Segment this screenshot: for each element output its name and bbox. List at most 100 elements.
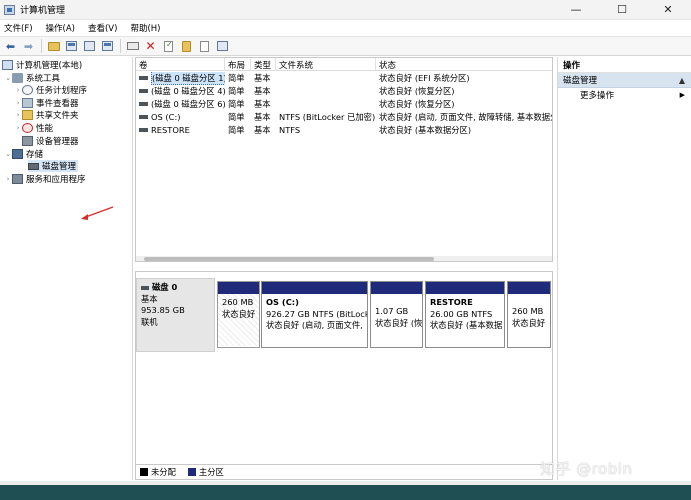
table-row[interactable]: (磁盘 0 磁盘分区 4) 简单 基本 状态良好 (恢复分区) xyxy=(136,85,552,98)
tree-item-task-scheduler[interactable]: › 任务计划程序 xyxy=(14,84,87,96)
expand-icon[interactable]: › xyxy=(14,111,22,119)
delete-icon[interactable]: ✕ xyxy=(143,39,158,54)
volume-name: (磁盘 0 磁盘分区 6) xyxy=(151,99,225,110)
column-volume[interactable]: 卷 xyxy=(136,58,225,71)
watermark: 知乎 @robin xyxy=(540,460,633,478)
tree-item-storage[interactable]: ⌄ 存储 xyxy=(4,148,43,160)
expand-icon[interactable]: › xyxy=(4,175,12,183)
table-row[interactable]: (磁盘 0 磁盘分区 6) 简单 基本 状态良好 (恢复分区) xyxy=(136,98,552,111)
legend-label: 主分区 xyxy=(198,467,224,477)
partition-name: OS (C:) xyxy=(266,297,299,307)
type-cell: 基本 xyxy=(254,73,271,84)
tree-item-event-viewer[interactable]: › 事件查看器 xyxy=(14,97,79,109)
layout-cell: 简单 xyxy=(228,112,245,123)
tree-item-label: 磁盘管理 xyxy=(42,162,77,172)
doc-icon[interactable] xyxy=(197,39,212,54)
column-type[interactable]: 类型 xyxy=(251,58,276,71)
disk-icon xyxy=(28,162,39,170)
table-row[interactable]: RESTORE 简单 基本 NTFS 状态良好 (基本数据分区) xyxy=(136,124,552,137)
up-folder-icon[interactable] xyxy=(46,39,61,54)
partition-os[interactable]: OS (C:) 926.27 GB NTFS (BitLocke 状态良好 (启… xyxy=(261,281,368,348)
tools-icon xyxy=(12,73,23,83)
menu-view[interactable]: 查看(V) xyxy=(88,22,117,34)
partition-status: 状态良好 (启动, 页面文件, xyxy=(266,320,363,330)
menu-bar: 文件(F) 操作(A) 查看(V) 帮助(H) xyxy=(0,20,691,36)
more-actions-item[interactable]: 更多操作 ▶ xyxy=(558,88,691,102)
tree-item-device-manager[interactable]: 设备管理器 xyxy=(22,135,79,147)
folder-icon[interactable] xyxy=(179,39,194,54)
tree-item-disk-management[interactable]: 磁盘管理 xyxy=(28,160,79,172)
column-status[interactable]: 状态 xyxy=(376,58,552,71)
partition-recovery[interactable]: 1.07 GB 状态良好 (恢 xyxy=(370,281,423,348)
disk-info[interactable]: 磁盘 0 基本 953.85 GB 联机 xyxy=(136,278,215,352)
collapse-icon[interactable]: ▲ xyxy=(679,76,685,85)
legend: 未分配 主分区 xyxy=(135,465,553,480)
title-bar: 计算机管理 — ☐ ✕ xyxy=(0,0,691,20)
volume-name: (磁盘 0 磁盘分区 4) xyxy=(151,86,225,97)
legend-primary: 主分区 xyxy=(187,466,224,478)
partition-efi[interactable]: 260 MB 状态良好 xyxy=(217,281,260,348)
volume-list-header: 卷 布局 类型 文件系统 状态 xyxy=(136,58,552,71)
view-icon[interactable] xyxy=(100,39,115,54)
menu-action[interactable]: 操作(A) xyxy=(46,22,75,34)
toolbar-separator xyxy=(41,39,42,53)
collapse-icon[interactable]: ⌄ xyxy=(4,150,12,158)
partition-body: OS (C:) 926.27 GB NTFS (BitLocke 状态良好 (启… xyxy=(262,294,367,332)
layout-cell: 简单 xyxy=(228,125,245,136)
navigation-tree: 计算机管理(本地) ⌄ 系统工具 › 任务计划程序 › 事件查看器 › 共享文件… xyxy=(0,57,133,480)
tree-item-shared-folders[interactable]: › 共享文件夹 xyxy=(14,109,79,121)
volume-icon xyxy=(139,76,148,81)
type-cell: 基本 xyxy=(254,99,271,110)
partition-restore[interactable]: RESTORE 26.00 GB NTFS 状态良好 (基本数据 xyxy=(425,281,505,348)
horizontal-scrollbar[interactable] xyxy=(136,256,552,261)
table-row[interactable]: (磁盘 0 磁盘分区 1) 简单 基本 状态良好 (EFI 系统分区) xyxy=(136,72,552,85)
toolbar: ⬅ ➡ ✕ xyxy=(0,36,691,56)
expand-icon[interactable]: › xyxy=(14,99,22,107)
partition-recovery-2[interactable]: 260 MB 状态良好 xyxy=(507,281,551,348)
partition-bar xyxy=(426,282,504,294)
layout-cell: 简单 xyxy=(228,86,245,97)
properties-icon[interactable] xyxy=(64,39,79,54)
help-icon[interactable] xyxy=(82,39,97,54)
legend-swatch xyxy=(140,468,148,476)
partition-bar xyxy=(508,282,550,294)
check-icon[interactable] xyxy=(161,39,176,54)
computer-management-icon xyxy=(4,4,15,15)
menu-help[interactable]: 帮助(H) xyxy=(130,22,160,34)
table-row[interactable]: OS (C:) 简单 基本 NTFS (BitLocker 已加密) 状态良好 … xyxy=(136,111,552,124)
expand-icon[interactable]: › xyxy=(14,124,22,132)
collapse-icon[interactable]: ⌄ xyxy=(4,74,12,82)
menu-file[interactable]: 文件(F) xyxy=(4,22,33,34)
volume-icon xyxy=(139,128,148,133)
expand-icon[interactable]: › xyxy=(14,86,22,94)
shared-folder-icon xyxy=(22,110,33,120)
tree-item-system-tools[interactable]: ⌄ 系统工具 xyxy=(4,72,60,84)
column-layout[interactable]: 布局 xyxy=(225,58,251,71)
column-filesystem[interactable]: 文件系统 xyxy=(276,58,376,71)
forward-icon[interactable]: ➡ xyxy=(21,39,36,54)
tree-item-performance[interactable]: › 性能 xyxy=(14,122,53,134)
volume-cell: OS (C:) xyxy=(136,111,225,124)
legend-unallocated: 未分配 xyxy=(140,466,176,478)
tree-item-label: 性能 xyxy=(36,124,54,134)
toolbar-separator xyxy=(120,39,121,53)
back-icon[interactable]: ⬅ xyxy=(3,39,18,54)
clock-icon xyxy=(22,85,33,95)
minimize-button[interactable]: — xyxy=(553,0,599,20)
tree-item-services[interactable]: › 服务和应用程序 xyxy=(4,173,86,185)
volume-list: 卷 布局 类型 文件系统 状态 (磁盘 0 磁盘分区 1) 简单 基本 状态良好… xyxy=(135,57,553,262)
status-cell: 状态良好 (基本数据分区) xyxy=(379,125,472,136)
tree-item-label: 设备管理器 xyxy=(36,137,79,147)
close-button[interactable]: ✕ xyxy=(645,0,691,20)
partition-body: 1.07 GB 状态良好 (恢 xyxy=(371,294,422,329)
tree-root[interactable]: 计算机管理(本地) xyxy=(2,59,82,71)
partition-status: 状态良好 xyxy=(222,308,256,319)
layout-icon[interactable] xyxy=(215,39,230,54)
maximize-button[interactable]: ☐ xyxy=(599,0,645,20)
actions-section-disk-management[interactable]: 磁盘管理 ▲ xyxy=(558,73,691,88)
layout-cell: 简单 xyxy=(228,73,245,84)
window-title: 计算机管理 xyxy=(20,6,66,16)
connect-icon[interactable] xyxy=(125,39,140,54)
filesystem-cell xyxy=(276,72,376,85)
scrollbar-thumb[interactable] xyxy=(144,257,434,261)
